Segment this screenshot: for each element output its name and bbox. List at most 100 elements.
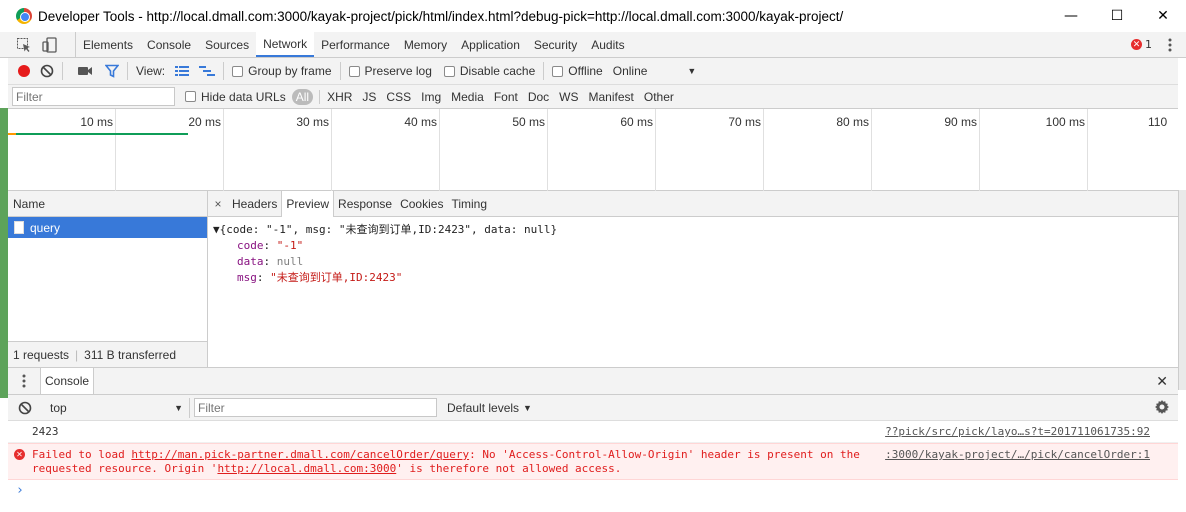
request-row[interactable]: query (8, 217, 207, 238)
json-property-row: data: null (237, 255, 304, 268)
gear-icon[interactable] (1154, 399, 1170, 418)
log-levels-select[interactable]: Default levels ▼ (447, 401, 532, 415)
error-count-badge[interactable]: ✕ 1 (1131, 38, 1152, 51)
devtools-tabbar: Elements Console Sources Network Perform… (0, 32, 1186, 58)
device-toolbar-icon[interactable] (42, 36, 58, 53)
record-button[interactable] (18, 65, 30, 77)
tab-response[interactable]: Response (334, 191, 396, 216)
close-drawer-icon[interactable]: ✕ (1156, 374, 1168, 390)
filter-type-css[interactable]: CSS (381, 90, 416, 104)
error-source-link[interactable]: :3000/kayak-project/…/pick/cancelOrder:1 (885, 448, 1150, 462)
screenshot-camera-icon[interactable] (77, 65, 93, 77)
offline-checkbox[interactable]: Offline (552, 64, 603, 78)
close-detail-icon[interactable]: × (208, 191, 228, 216)
chevron-down-icon: ▼ (174, 402, 183, 413)
large-rows-icon[interactable] (175, 65, 190, 77)
console-filter-input[interactable] (194, 398, 437, 417)
more-options-icon[interactable] (1168, 38, 1172, 52)
tab-cookies[interactable]: Cookies (396, 191, 447, 216)
filter-type-all[interactable]: All (291, 88, 314, 105)
console-messages: 2423 ??pick/src/pick/layo…s?t=2017110617… (8, 421, 1178, 512)
waterfall-overview-icon[interactable] (199, 65, 216, 77)
network-filter-input[interactable] (12, 87, 175, 106)
timeline-tick-label: 80 ms (836, 115, 869, 129)
filter-funnel-icon[interactable] (105, 64, 119, 78)
minimize-button[interactable]: — (1048, 0, 1094, 32)
filter-type-media[interactable]: Media (446, 90, 489, 104)
timeline-tick-label: 10 ms (80, 115, 113, 129)
tab-application[interactable]: Application (454, 32, 527, 57)
chevron-down-icon: ▼ (523, 402, 532, 413)
maximize-button[interactable]: ☐ (1094, 0, 1140, 32)
checkbox-box (443, 65, 455, 77)
json-root-summary[interactable]: ▼{code: "-1", msg: "未查询到订单,ID:2423", dat… (213, 222, 1178, 238)
throttle-select[interactable]: Online ▼ (613, 64, 697, 78)
tab-performance[interactable]: Performance (314, 32, 397, 57)
console-log-message: 2423 ??pick/src/pick/layo…s?t=2017110617… (8, 421, 1178, 443)
timeline-tick-label: 20 ms (188, 115, 221, 129)
toolbar-divider (339, 62, 341, 80)
hide-data-urls-checkbox[interactable]: Hide data URLs (185, 90, 286, 104)
log-levels-value: Default levels (447, 400, 520, 415)
tab-audits[interactable]: Audits (584, 32, 631, 57)
tab-memory[interactable]: Memory (397, 32, 454, 57)
filter-type-font[interactable]: Font (489, 90, 523, 104)
context-select[interactable]: top ▼ (40, 397, 190, 418)
drawer-tabbar: Console ✕ (8, 367, 1178, 395)
context-value: top (50, 400, 67, 415)
toolbar-divider (62, 62, 63, 80)
chevron-down-icon: ▼ (687, 66, 697, 76)
timeline-gridline (655, 109, 656, 191)
drawer-tab-console[interactable]: Console (40, 368, 95, 394)
console-prompt[interactable]: › (8, 480, 1178, 498)
error-text: Failed to load http://man.pick-partner.d… (32, 448, 872, 476)
timeline-tick-label: 70 ms (728, 115, 761, 129)
timeline-tick-label: 90 ms (944, 115, 977, 129)
checkbox-box (552, 65, 564, 77)
filter-type-doc[interactable]: Doc (523, 90, 554, 104)
network-overview-timeline[interactable]: 10 ms 20 ms 30 ms 40 ms 50 ms 60 ms 70 m… (8, 109, 1178, 191)
log-source-link[interactable]: ??pick/src/pick/layo…s?t=201711061735:92 (885, 425, 1150, 439)
tab-sources[interactable]: Sources (198, 32, 256, 57)
inspect-element-icon[interactable] (16, 37, 32, 53)
checkbox-box (232, 65, 244, 77)
tab-security[interactable]: Security (527, 32, 584, 57)
checkbox-box (348, 65, 360, 77)
error-url-link[interactable]: http://man.pick-partner.dmall.com/cancel… (131, 448, 469, 461)
toolbar-divider (127, 62, 128, 80)
timeline-gridline (979, 109, 980, 191)
timeline-request-bar-waiting (8, 133, 16, 135)
timeline-tick-label: 100 ms (1045, 115, 1085, 129)
requests-name-column-header[interactable]: Name (8, 191, 207, 217)
error-text-pre: Failed to load (32, 448, 132, 461)
group-by-frame-checkbox[interactable]: Group by frame (232, 64, 332, 78)
filter-type-js[interactable]: JS (357, 90, 381, 104)
drawer-menu-icon[interactable] (8, 368, 40, 394)
tab-preview[interactable]: Preview (281, 191, 335, 217)
filter-type-img[interactable]: Img (416, 90, 446, 104)
timeline-gridline (763, 109, 764, 191)
window-titlebar: Developer Tools - http://local.dmall.com… (0, 0, 1186, 32)
error-text-post: ' is therefore not allowed access. (396, 462, 622, 475)
tab-elements[interactable]: Elements (76, 32, 140, 57)
clear-console-icon[interactable] (18, 401, 32, 415)
filter-type-manifest[interactable]: Manifest (584, 90, 639, 104)
tab-console[interactable]: Console (140, 32, 198, 57)
error-icon: ✕ (14, 449, 25, 460)
filter-type-other[interactable]: Other (639, 90, 679, 104)
close-window-button[interactable]: ✕ (1140, 0, 1186, 32)
tab-timing[interactable]: Timing (447, 191, 491, 216)
console-error-message: ✕ Failed to load http://man.pick-partner… (8, 443, 1178, 480)
expand-triangle-icon[interactable]: ▼ (213, 223, 220, 236)
network-filter-bar: Hide data URLs All XHR JS CSS Img Media … (8, 85, 1178, 109)
preserve-log-checkbox[interactable]: Preserve log (348, 64, 432, 78)
clear-icon[interactable] (40, 64, 54, 78)
desktop-background-right (1178, 190, 1186, 390)
filter-type-xhr[interactable]: XHR (322, 90, 357, 104)
filter-type-ws[interactable]: WS (554, 90, 583, 104)
tab-network[interactable]: Network (256, 32, 315, 57)
disable-cache-checkbox[interactable]: Disable cache (443, 64, 535, 78)
tab-headers[interactable]: Headers (228, 191, 281, 216)
error-origin-link[interactable]: http://local.dmall.com:3000 (217, 462, 396, 475)
request-name: query (30, 220, 61, 235)
